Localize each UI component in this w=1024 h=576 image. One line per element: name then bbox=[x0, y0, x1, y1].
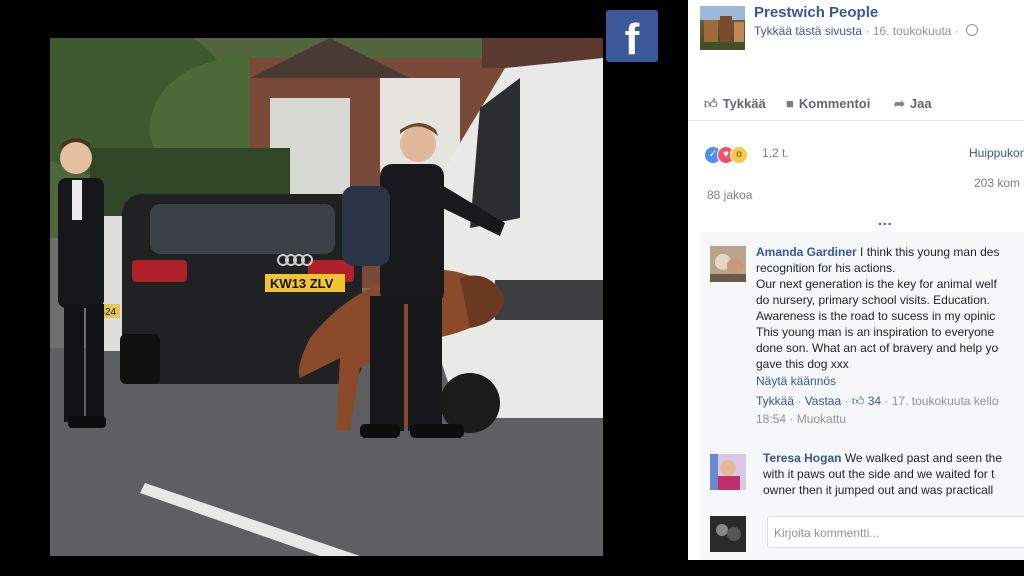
post-actions: 👍︎ Tykkää ■ Kommentoi ➦ Jaa bbox=[688, 92, 1024, 121]
comment-label: Kommentoi bbox=[798, 96, 871, 111]
comment-body: Amanda Gardiner I think this young man d… bbox=[756, 244, 1024, 427]
comment-like-count[interactable]: 34 bbox=[868, 394, 881, 408]
comment-line: owner then it jumped out and was practic… bbox=[763, 483, 994, 497]
comment-line: do nursery, primary school visits. Educa… bbox=[756, 293, 990, 307]
meta-separator-2: · bbox=[951, 24, 963, 38]
reactions-bar: ✓ ♥ o 1,2 t. Huippukom bbox=[704, 142, 1024, 166]
like-page-link[interactable]: Tykkää tästä sivusta bbox=[754, 24, 862, 38]
post-card: Prestwich People Tykkää tästä sivusta · … bbox=[688, 0, 1024, 560]
meta-separator: · bbox=[862, 24, 873, 38]
comment-line: with it paws out the side and we waited … bbox=[763, 467, 995, 481]
comment-line: gave this dog xxx bbox=[756, 357, 849, 371]
comment-line: Awareness is the road to sucess in my op… bbox=[756, 309, 996, 323]
comment-line: This young man is an inspiration to ever… bbox=[756, 325, 995, 339]
comment-composer: Kirjoita kommentti... bbox=[700, 510, 1024, 560]
comment-meta: Tykkää · Vastaa · 👍︎ 34 · 17. toukokuuta… bbox=[756, 393, 1024, 409]
post-date[interactable]: 16. toukokuuta bbox=[873, 24, 952, 38]
comment-input[interactable]: Kirjoita kommentti... bbox=[767, 516, 1024, 548]
avatar bbox=[710, 516, 746, 552]
comment-line: done son. What an act of bravery and hel… bbox=[756, 341, 999, 355]
comment-author[interactable]: Amanda Gardiner bbox=[756, 245, 857, 259]
comment-bubble-icon: ■ bbox=[786, 96, 794, 111]
comment-line: I think this young man des bbox=[860, 245, 1000, 259]
comments-section: Amanda Gardiner I think this young man d… bbox=[700, 232, 1024, 560]
page-name[interactable]: Prestwich People bbox=[754, 4, 878, 21]
post-header: Prestwich People Tykkää tästä sivusta · … bbox=[688, 0, 1024, 60]
comment-body: Teresa Hogan We walked past and seen the… bbox=[763, 450, 1024, 498]
more-comments-link[interactable]: ... bbox=[878, 212, 893, 228]
share-button[interactable]: ➦ Jaa bbox=[894, 96, 932, 112]
avatar[interactable] bbox=[710, 246, 746, 282]
edited-label[interactable]: Muokattu bbox=[797, 412, 846, 426]
like-label: Tykkää bbox=[722, 96, 766, 111]
comments-count[interactable]: 203 kom bbox=[974, 176, 1020, 190]
meta-dot: · bbox=[841, 394, 852, 408]
news-photo: RG24 KW13 ZLV bbox=[50, 38, 603, 556]
meta-dot: · bbox=[794, 394, 805, 408]
meta-dot: · bbox=[786, 412, 797, 426]
comment-like-link[interactable]: Tykkää bbox=[756, 394, 794, 408]
like-button[interactable]: 👍︎ Tykkää bbox=[704, 96, 766, 112]
comment-line: We walked past and seen the bbox=[844, 451, 1003, 465]
comment-button[interactable]: ■ Kommentoi bbox=[786, 96, 870, 111]
share-label: Jaa bbox=[909, 96, 932, 111]
comment-time: 18:54 bbox=[756, 412, 787, 426]
share-arrow-icon: ➦ bbox=[894, 96, 905, 111]
comment-line: Our next generation is the key for anima… bbox=[756, 277, 997, 291]
shares-count[interactable]: 88 jakoa bbox=[707, 188, 752, 202]
translate-link[interactable]: Näytä käännös bbox=[756, 373, 1024, 389]
car-plate: KW13 ZLV bbox=[270, 276, 334, 291]
page-avatar[interactable] bbox=[700, 6, 745, 50]
thumbs-up-icon: 👍︎ bbox=[851, 394, 865, 408]
comment-meta-2: 18:54 · Muokattu bbox=[756, 411, 1024, 427]
thumbs-up-icon: 👍︎ bbox=[704, 96, 718, 111]
post-meta: Tykkää tästä sivusta · 16. toukokuuta · bbox=[754, 24, 979, 38]
comment-author[interactable]: Teresa Hogan bbox=[763, 451, 841, 465]
facebook-logo: f bbox=[606, 10, 658, 64]
reply-link[interactable]: Vastaa bbox=[805, 394, 841, 408]
comment-line: recognition for his actions. bbox=[756, 261, 896, 275]
facebook-letter: f bbox=[624, 15, 640, 64]
top-comments-filter[interactable]: Huippukom bbox=[969, 146, 1024, 160]
globe-icon bbox=[966, 24, 979, 36]
avatar[interactable] bbox=[710, 454, 746, 490]
reaction-count[interactable]: 1,2 t. bbox=[762, 146, 789, 160]
comment-date[interactable]: 17. toukokuuta kello bbox=[892, 394, 999, 408]
meta-dot: · bbox=[881, 394, 892, 408]
wow-reaction-icon[interactable]: o bbox=[730, 146, 748, 164]
